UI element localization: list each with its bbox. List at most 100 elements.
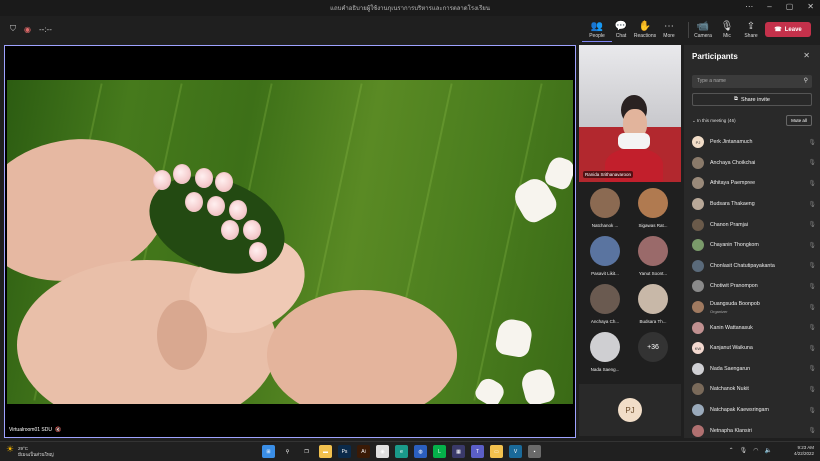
participant-tile[interactable]: Yanut Soont...: [629, 236, 677, 284]
search-icon: ⚲: [803, 78, 808, 84]
more-options-icon[interactable]: ⋯: [745, 2, 753, 11]
mic-muted-icon[interactable]: 🎙: [808, 201, 816, 208]
record-icon: ◉: [24, 24, 31, 34]
share-button[interactable]: ⇪ Share: [736, 20, 766, 39]
mic-muted-icon[interactable]: 🎙: [808, 159, 816, 166]
taskview-icon[interactable]: ❐: [300, 445, 313, 458]
mic-muted-icon[interactable]: 🎙: [808, 262, 816, 269]
more-button[interactable]: ⋯ More: [654, 20, 684, 39]
reaction-icon: ✋: [638, 21, 652, 32]
participant-name: Athitaya Paempree: [710, 180, 756, 187]
avatar: [692, 198, 704, 211]
maximize-icon[interactable]: ▢: [786, 2, 794, 11]
participant-tile[interactable]: Natchanok ...: [581, 188, 629, 236]
participant-search-input[interactable]: Type a name ⚲: [692, 75, 812, 88]
taskbar-apps: ⊞ ⚲ ❐ ▬ Ps Ai ◉ e ◍ L ▦ T ▭ V ▪: [262, 445, 541, 458]
mic-muted-icon: 🎙: [720, 21, 734, 32]
participant-name: Natchanok Nukit: [710, 386, 749, 393]
shared-video: [7, 80, 573, 404]
more-participants-tile[interactable]: +36: [629, 332, 677, 380]
minimize-icon[interactable]: –: [767, 2, 771, 11]
mute-all-button[interactable]: Mute all: [786, 115, 812, 126]
participant-name: Chayanin Thongkom: [710, 242, 759, 249]
photoshop-icon[interactable]: Ps: [338, 445, 351, 458]
store-icon[interactable]: ▦: [452, 445, 465, 458]
participant-row[interactable]: Natchapak Kaewsringam 🎙: [692, 400, 816, 421]
search-icon[interactable]: ⚲: [281, 445, 294, 458]
participant-name: Anchaya Choikchai: [710, 159, 756, 166]
mic-muted-icon[interactable]: 🎙: [808, 407, 816, 414]
participant-row[interactable]: PJ Perk Jintanamuch 🎙: [692, 132, 816, 153]
participant-row[interactable]: Chayanin Thongkom 🎙: [692, 235, 816, 256]
leave-button[interactable]: ☎ Leave: [765, 22, 811, 37]
participant-tile[interactable]: Pasavit Likit...: [581, 236, 629, 284]
mic-muted-icon[interactable]: 🎙: [808, 324, 816, 331]
weather-widget[interactable]: ☀ 29°C มีเมฆเป็นส่วนใหญ่: [6, 445, 54, 458]
participant-row[interactable]: Natchanok Nukit 🎙: [692, 379, 816, 400]
participant-role: Organizer: [710, 308, 728, 314]
weather-icon: ☀: [6, 444, 15, 454]
app-icon[interactable]: ▪: [528, 445, 541, 458]
teams-icon[interactable]: T: [471, 445, 484, 458]
stage-name-label: Virtualroom01 SDU 🔇: [9, 427, 62, 433]
self-view-tile[interactable]: PJ: [579, 384, 681, 436]
clock[interactable]: 9:23 AM 4/22/2022: [794, 445, 814, 457]
participant-row[interactable]: Budsara Thakaeng 🎙: [692, 194, 816, 215]
participant-row[interactable]: Chotiwit Pranompon 🎙: [692, 276, 816, 297]
avatar: KW: [692, 342, 704, 355]
participant-row[interactable]: Kanin Wattanasuk 🎙: [692, 317, 816, 338]
participant-name: Budsara Thakaeng: [710, 201, 755, 208]
mic-muted-icon[interactable]: 🎙: [808, 345, 816, 352]
edge-icon[interactable]: e: [395, 445, 408, 458]
line-icon[interactable]: L: [433, 445, 446, 458]
shield-icon[interactable]: ⛉: [10, 24, 16, 34]
share-invite-icon: ⧉: [734, 96, 738, 102]
chrome-icon[interactable]: ◉: [376, 445, 389, 458]
files-icon[interactable]: ▭: [490, 445, 503, 458]
chevron-down-icon: ⌄: [692, 118, 696, 123]
participant-name: Chotiwit Pranompon: [710, 283, 758, 290]
mic-muted-icon[interactable]: 🎙: [808, 283, 816, 290]
participant-row[interactable]: Duangsuda Boonpob Organizer 🎙: [692, 297, 816, 318]
avatar: [692, 156, 704, 169]
mic-muted-icon[interactable]: 🎙: [808, 365, 816, 372]
mic-muted-icon[interactable]: 🎙: [808, 221, 816, 228]
participant-row[interactable]: KW Kanjanut Waikuna 🎙: [692, 338, 816, 359]
participant-row[interactable]: Chonlasit Chatutipayakanta 🎙: [692, 256, 816, 277]
participant-row[interactable]: Anchaya Choikchai 🎙: [692, 153, 816, 174]
chevron-up-icon[interactable]: ⌃: [729, 447, 734, 454]
mic-muted-icon[interactable]: 🎙: [808, 386, 816, 393]
close-icon[interactable]: ✕: [803, 51, 810, 60]
phone-hangup-icon: ☎: [774, 27, 782, 33]
wifi-icon[interactable]: ◠: [753, 447, 758, 454]
mic-muted-icon[interactable]: 🎙: [808, 180, 816, 187]
people-icon: 👥: [590, 21, 604, 32]
volume-icon[interactable]: 🔈: [765, 447, 772, 454]
participant-tile[interactable]: Sigawas Rat...: [629, 188, 677, 236]
participant-row[interactable]: Netnapha Klansiri 🎙: [692, 420, 816, 441]
windows-icon[interactable]: ⊞: [262, 445, 275, 458]
mic-muted-icon[interactable]: 🎙: [808, 139, 816, 146]
participant-tile[interactable]: Budsara Th...: [629, 284, 677, 332]
vector-icon[interactable]: V: [509, 445, 522, 458]
mic-muted-icon[interactable]: 🎙: [740, 447, 748, 454]
share-invite-button[interactable]: ⧉ Share invite: [692, 93, 812, 106]
illustrator-icon[interactable]: Ai: [357, 445, 370, 458]
participant-row[interactable]: Athitaya Paempree 🎙: [692, 173, 816, 194]
participant-tile[interactable]: Anchaya Ch...: [581, 284, 629, 332]
mic-muted-icon[interactable]: 🎙: [808, 242, 816, 249]
browser-icon[interactable]: ◍: [414, 445, 427, 458]
participant-tile[interactable]: Nada Saeng...: [581, 332, 629, 380]
explorer-icon[interactable]: ▬: [319, 445, 332, 458]
participant-row[interactable]: Chanon Pramjai 🎙: [692, 214, 816, 235]
close-window-icon[interactable]: ✕: [807, 2, 814, 11]
mic-muted-icon[interactable]: 🎙: [808, 304, 816, 311]
in-meeting-section-header[interactable]: ⌄ In this meeting (46): [692, 118, 736, 124]
main-video-stage[interactable]: Virtualroom01 SDU 🔇: [4, 45, 576, 438]
avatar: [692, 218, 704, 231]
participant-name: Nada Saengarun: [710, 365, 751, 372]
mic-muted-icon[interactable]: 🎙: [808, 427, 816, 434]
participant-name: Chonlasit Chatutipayakanta: [710, 262, 775, 269]
featured-participant-tile[interactable]: Ranida Srithanavaroon: [579, 45, 681, 182]
participant-row[interactable]: Nada Saengarun 🎙: [692, 359, 816, 380]
